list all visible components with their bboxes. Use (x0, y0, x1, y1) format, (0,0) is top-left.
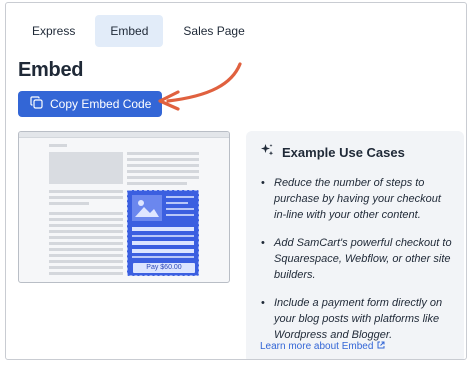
preview-line (49, 144, 67, 147)
use-cases-header: Example Use Cases (260, 143, 405, 162)
preview-line (49, 242, 123, 245)
preview-line (49, 218, 123, 221)
learn-more-label: Learn more about Embed (260, 341, 374, 352)
preview-pay-button: Pay $60.00 (133, 263, 195, 273)
preview-browser-bar (19, 132, 229, 138)
tab-express[interactable]: Express (18, 15, 89, 47)
preview-line (127, 176, 199, 179)
list-item: Include a payment form directly on your … (260, 295, 452, 343)
preview-line (49, 272, 123, 275)
image-placeholder-icon (132, 195, 162, 221)
preview-line (49, 254, 123, 257)
preview-line (49, 260, 123, 263)
copy-icon (30, 96, 43, 112)
preview-field (132, 249, 194, 253)
preview-line (166, 214, 194, 216)
page-title: Embed (18, 59, 84, 81)
preview-line (166, 196, 194, 198)
preview-line (127, 170, 199, 173)
tab-bar: Express Embed Sales Page (18, 15, 259, 47)
preview-line (127, 152, 199, 155)
preview-field (132, 227, 194, 231)
preview-line (166, 202, 188, 204)
preview-line (49, 212, 123, 215)
app-frame: Express Embed Sales Page Embed Copy Embe… (5, 2, 467, 360)
preview-line (49, 266, 123, 269)
preview-image-block (49, 152, 123, 184)
example-use-cases-panel: Example Use Cases Reduce the number of s… (246, 131, 464, 359)
preview-field (132, 241, 194, 245)
preview-line (49, 236, 123, 239)
preview-line (127, 182, 187, 185)
preview-line (132, 235, 194, 237)
use-cases-list: Reduce the number of steps to purchase b… (260, 175, 452, 355)
preview-line (127, 158, 199, 161)
learn-more-link[interactable]: Learn more about Embed (260, 341, 385, 352)
sparkle-icon (260, 143, 274, 162)
preview-line (49, 224, 123, 227)
tab-embed[interactable]: Embed (95, 15, 164, 47)
external-link-icon (377, 341, 385, 352)
preview-line (49, 196, 123, 199)
use-cases-title: Example Use Cases (282, 145, 405, 160)
copy-embed-code-label: Copy Embed Code (50, 97, 152, 111)
preview-line (49, 190, 123, 193)
preview-line (127, 164, 199, 167)
preview-line (49, 202, 89, 205)
preview-line (49, 248, 123, 251)
preview-line (132, 256, 194, 258)
pointer-arrow-icon (158, 62, 242, 111)
embed-preview-illustration: Pay $60.00 (18, 131, 230, 283)
preview-checkout-card: Pay $60.00 (127, 190, 199, 276)
preview-line (49, 230, 123, 233)
list-item: Reduce the number of steps to purchase b… (260, 175, 452, 223)
list-item: Add SamCart's powerful checkout to Squar… (260, 235, 452, 283)
tab-sales-page[interactable]: Sales Page (169, 15, 258, 47)
preview-line (166, 208, 194, 210)
